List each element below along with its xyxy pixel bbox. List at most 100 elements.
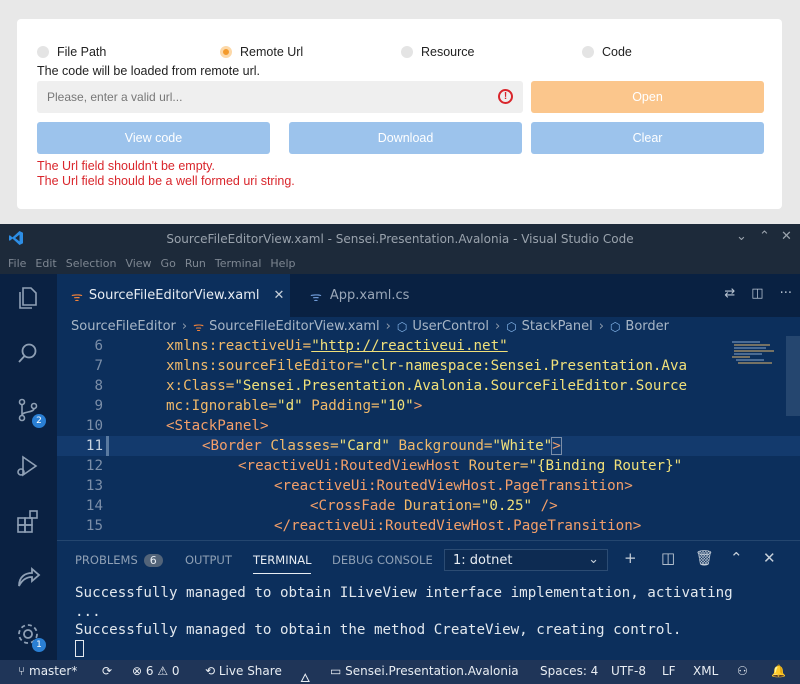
- error-message: The Url field should be a well formed ur…: [37, 174, 295, 188]
- xml-tag: <Border: [202, 438, 262, 454]
- menu-selection[interactable]: Selection: [66, 257, 117, 270]
- tab-problems[interactable]: PROBLEMS 6: [75, 553, 163, 567]
- terminal-output[interactable]: Successfully managed to obtain ILiveView…: [75, 584, 733, 658]
- xml-attr: xmlns:sourceFileEditor=: [166, 358, 363, 374]
- terminal-cursor: [75, 640, 84, 658]
- view-code-button[interactable]: View code: [37, 122, 270, 154]
- tab-terminal[interactable]: TERMINAL: [253, 553, 312, 574]
- radio-code[interactable]: Code: [582, 45, 632, 59]
- close-panel-icon[interactable]: ✕: [763, 549, 776, 567]
- radio-label: File Path: [57, 45, 107, 59]
- split-terminal-icon[interactable]: ◫: [661, 549, 675, 567]
- live-share-icon: ⟲: [205, 664, 219, 678]
- element-icon: ⬡: [396, 319, 408, 334]
- menu-edit[interactable]: Edit: [35, 257, 56, 270]
- xml-string: "clr-namespace:Sensei.Presentation.Ava: [362, 358, 688, 374]
- tab-output[interactable]: OUTPUT: [185, 553, 232, 567]
- breadcrumb-file[interactable]: SourceFileEditorView.xaml: [209, 319, 380, 334]
- error-message: The Url field shouldn't be empty.: [37, 159, 215, 173]
- xml-file-icon: ᯤ: [193, 320, 205, 334]
- project-icon: ▭: [330, 664, 346, 678]
- line-number: 6: [94, 338, 103, 354]
- language-status[interactable]: XML: [693, 664, 718, 678]
- terminal-line: ...: [75, 603, 101, 620]
- live-share-status[interactable]: ⟲ Live Share: [205, 664, 282, 678]
- xml-string: "Sensei.Presentation.Avalonia.SourceFile…: [234, 378, 688, 394]
- xml-string: "0.25": [480, 498, 533, 514]
- radio-remote-url[interactable]: Remote Url: [220, 45, 303, 59]
- url-input[interactable]: Please, enter a valid url... !: [37, 81, 523, 113]
- project-status[interactable]: ▭ Sensei.Presentation.Avalonia: [330, 664, 519, 678]
- menu-terminal[interactable]: Terminal: [215, 257, 262, 270]
- open-changes-icon[interactable]: ⇄: [724, 286, 735, 301]
- clear-button[interactable]: Clear: [531, 122, 764, 154]
- live-share-icon[interactable]: [14, 564, 42, 592]
- maximize-icon[interactable]: ⌃: [759, 229, 770, 244]
- xml-attr: Duration=: [395, 498, 481, 514]
- menu-view[interactable]: View: [125, 257, 151, 270]
- encoding-status[interactable]: UTF-8: [611, 664, 646, 678]
- close-window-icon[interactable]: ✕: [781, 229, 792, 244]
- download-button[interactable]: Download: [289, 122, 522, 154]
- breadcrumb-usercontrol[interactable]: UserControl: [412, 319, 489, 334]
- menu-help[interactable]: Help: [270, 257, 295, 270]
- branch-icon: ⑂: [18, 664, 30, 678]
- menu-file[interactable]: File: [8, 257, 26, 270]
- flame-icon[interactable]: 🜂: [300, 664, 311, 684]
- xml-string: "http://reactiveui.net": [311, 338, 508, 354]
- more-actions-icon[interactable]: ···: [780, 286, 792, 301]
- editor-scrollbar[interactable]: [786, 336, 800, 416]
- radio-resource[interactable]: Resource: [401, 45, 475, 59]
- menu-go[interactable]: Go: [161, 257, 176, 270]
- minimap[interactable]: [730, 336, 778, 396]
- run-debug-icon[interactable]: [14, 452, 42, 480]
- menu-run[interactable]: Run: [185, 257, 206, 270]
- activity-bar: 2 1: [0, 274, 57, 660]
- error-count: 6: [145, 664, 154, 678]
- notifications-bell-icon[interactable]: 🔔: [771, 664, 786, 678]
- breadcrumb-border[interactable]: Border: [625, 319, 669, 334]
- split-editor-icon[interactable]: ◫: [751, 286, 763, 301]
- url-placeholder: Please, enter a valid url...: [47, 90, 183, 104]
- branch-status[interactable]: ⑂ master*: [18, 664, 77, 678]
- code-editor[interactable]: 6 xmlns:reactiveUi="http://reactiveui.ne…: [57, 336, 800, 540]
- problems-count-badge: 6: [143, 554, 163, 567]
- problems-status[interactable]: ⊗ 6 ⚠ 0: [132, 664, 180, 678]
- editor-actions: ⇄ ◫ ···: [724, 286, 792, 301]
- indent-status[interactable]: Spaces: 4: [540, 664, 598, 678]
- sync-icon[interactable]: ⟳: [102, 664, 112, 678]
- live-share-label: Live Share: [218, 664, 282, 678]
- extensions-icon[interactable]: [14, 508, 42, 536]
- tab-source-file-editor-view[interactable]: ᯤ SourceFileEditorView.xaml ✕: [57, 274, 290, 317]
- editor-tabs: ᯤ SourceFileEditorView.xaml ✕ ᯤ App.xaml…: [57, 274, 800, 317]
- xml-tag: <reactiveUi:RoutedViewHost: [238, 458, 461, 474]
- eol-status[interactable]: LF: [662, 664, 676, 678]
- code-line: 7 xmlns:sourceFileEditor="clr-namespace:…: [57, 356, 800, 376]
- line-number: 15: [85, 518, 103, 534]
- close-tab-icon[interactable]: ✕: [273, 288, 284, 303]
- xml-attr: x:Class=: [166, 378, 235, 394]
- explorer-icon[interactable]: [14, 284, 42, 312]
- xml-file-icon: ᯤ: [310, 289, 322, 305]
- tab-label: PROBLEMS: [75, 553, 138, 567]
- tab-app-xaml-cs[interactable]: ᯤ App.xaml.cs: [290, 274, 430, 317]
- breadcrumb-stackpanel[interactable]: StackPanel: [522, 319, 593, 334]
- open-button[interactable]: Open: [531, 81, 764, 113]
- feedback-icon[interactable]: ⚇: [737, 664, 748, 678]
- tab-debug-console[interactable]: DEBUG CONSOLE: [332, 553, 433, 567]
- search-icon[interactable]: [14, 340, 42, 368]
- maximize-panel-icon[interactable]: ⌃: [730, 549, 743, 567]
- breadcrumb-folder[interactable]: SourceFileEditor: [71, 319, 176, 334]
- chevron-right-icon: ›: [385, 319, 391, 334]
- menu-bar: File Edit Selection View Go Run Terminal…: [0, 253, 800, 274]
- settings-badge: 1: [32, 638, 46, 652]
- minimize-icon[interactable]: ⌄: [736, 229, 747, 244]
- radio-file-path[interactable]: File Path: [37, 45, 106, 59]
- code-line: 15 </reactiveUi:RoutedViewHost.PageTrans…: [57, 516, 800, 536]
- new-terminal-icon[interactable]: +: [624, 549, 637, 567]
- xml-string: "10": [379, 398, 414, 414]
- bottom-panel: PROBLEMS 6 OUTPUT TERMINAL DEBUG CONSOLE …: [57, 540, 800, 660]
- trash-icon[interactable]: 🗑: [695, 549, 714, 567]
- xml-tag: <CrossFade: [310, 498, 396, 514]
- terminal-select[interactable]: 1: dotnet ⌄: [444, 549, 608, 571]
